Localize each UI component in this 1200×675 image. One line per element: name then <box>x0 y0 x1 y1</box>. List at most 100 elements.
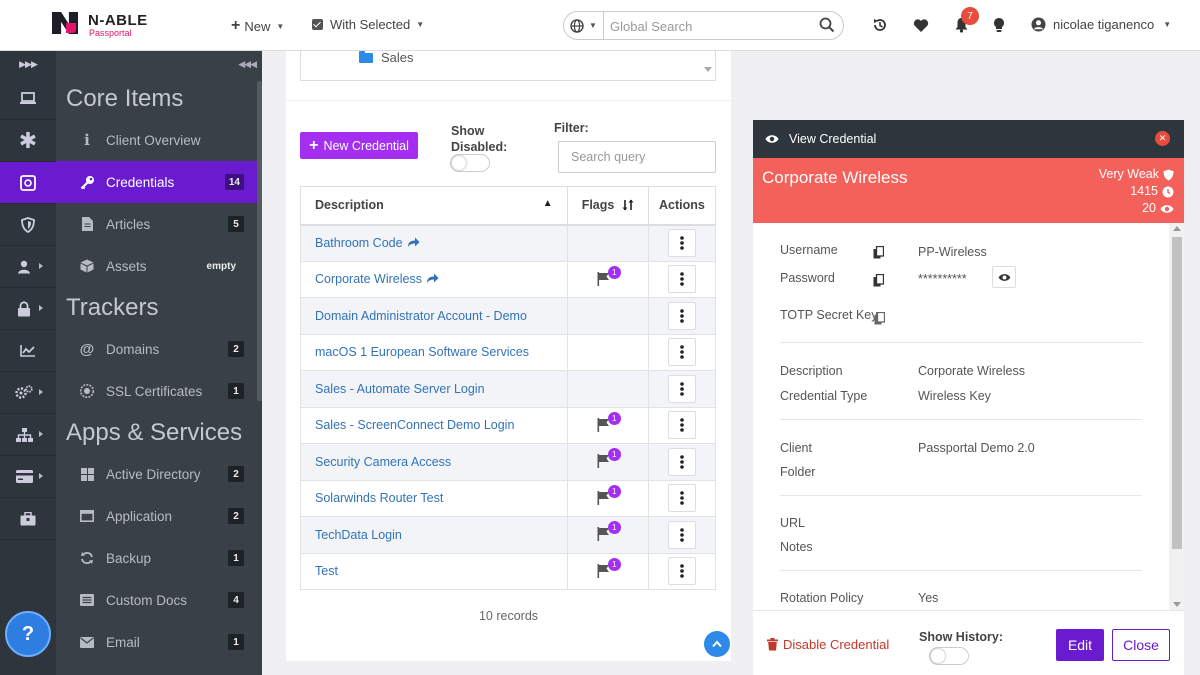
sidebar-item-articles[interactable]: Articles 5 <box>56 203 262 245</box>
sidebar-item-backup[interactable]: Backup 1 <box>56 537 262 579</box>
credential-link[interactable]: Sales - ScreenConnect Demo Login <box>315 418 514 432</box>
table-row[interactable]: Bathroom Code <box>300 224 717 262</box>
with-selected-button[interactable]: With Selected ▼ <box>312 17 424 32</box>
table-row[interactable]: macOS 1 European Software Services <box>300 333 717 371</box>
credential-description[interactable]: macOS 1 European Software Services <box>300 333 568 371</box>
favorites-button[interactable] <box>910 14 932 36</box>
panel-scrollbar[interactable] <box>1169 223 1184 610</box>
credential-description[interactable]: Sales - Automate Server Login <box>300 370 568 408</box>
credential-link[interactable]: Security Camera Access <box>315 455 451 469</box>
row-actions-button[interactable] <box>667 301 696 330</box>
credential-link[interactable]: Solarwinds Router Test <box>315 491 443 505</box>
flag-indicator[interactable]: 1 <box>597 448 621 469</box>
new-credential-button[interactable]: + New Credential <box>300 132 418 159</box>
row-actions-button[interactable] <box>667 265 696 294</box>
row-actions-button[interactable] <box>667 338 696 367</box>
user-menu[interactable]: nicolae tiganenco ▼ <box>1031 17 1171 32</box>
sidebar-item-ssl-certificates[interactable]: SSL Certificates 1 <box>56 370 262 412</box>
credential-description[interactable]: Test <box>300 552 568 590</box>
flag-indicator[interactable]: 1 <box>597 484 621 506</box>
sidebar-item-assets[interactable]: Assets empty <box>56 245 262 287</box>
close-button[interactable]: Close <box>1112 629 1170 661</box>
credential-link[interactable]: TechData Login <box>315 528 402 542</box>
flag-indicator[interactable]: 1 <box>597 265 621 287</box>
sidebar-item-application[interactable]: Application 2 <box>56 495 262 537</box>
table-row[interactable]: Sales - ScreenConnect Demo Login 1 <box>300 406 717 444</box>
table-row[interactable]: Security Camera Access 1 <box>300 443 717 481</box>
row-actions-button[interactable] <box>667 520 696 549</box>
disable-credential-button[interactable]: Disable Credential <box>767 637 889 652</box>
show-disabled-toggle[interactable] <box>450 154 490 172</box>
help-button[interactable]: ? <box>5 611 51 657</box>
rail-item-asterisk[interactable]: ✱ <box>0 120 56 162</box>
table-row[interactable]: Sales - Automate Server Login <box>300 370 717 408</box>
rail-item-lock[interactable] <box>0 288 56 330</box>
column-description[interactable]: Description ▲ <box>300 186 568 226</box>
close-panel-button[interactable]: ✕ <box>1155 131 1170 146</box>
collapse-menu-button[interactable]: ◀◀◀ <box>56 51 262 78</box>
new-menu-button[interactable]: + New ▼ <box>231 17 284 35</box>
expand-rail-button[interactable]: ▶▶▶ <box>0 51 56 78</box>
credential-description[interactable]: Sales - ScreenConnect Demo Login <box>300 406 568 444</box>
rail-item-card[interactable] <box>0 456 56 498</box>
flag-indicator[interactable]: 1 <box>597 521 621 542</box>
credential-description[interactable]: Security Camera Access <box>300 443 568 481</box>
credential-description[interactable]: Bathroom Code <box>300 224 568 262</box>
username-label: Username <box>780 243 838 257</box>
sidebar-item-client-overview[interactable]: ℹ Client Overview <box>56 119 262 161</box>
credential-link[interactable]: Domain Administrator Account - Demo <box>315 309 527 323</box>
column-flags[interactable]: Flags <box>566 186 649 226</box>
credential-actions <box>647 224 717 262</box>
credential-link[interactable]: Corporate Wireless <box>315 272 422 286</box>
table-row[interactable]: Solarwinds Router Test 1 <box>300 479 717 517</box>
rail-item-shield[interactable] <box>0 204 56 246</box>
search-scope-dropdown[interactable]: ▼ <box>564 12 604 39</box>
history-button[interactable] <box>869 14 891 36</box>
scroll-to-top-button[interactable] <box>704 631 730 657</box>
show-history-toggle[interactable] <box>929 647 969 665</box>
folder-scroll-down[interactable] <box>704 67 712 72</box>
reveal-password-button[interactable] <box>992 266 1016 288</box>
rail-item-laptop[interactable] <box>0 78 56 120</box>
credential-link[interactable]: Sales - Automate Server Login <box>315 382 485 396</box>
sidebar-item-credentials[interactable]: Credentials 14 <box>56 161 262 203</box>
row-actions-button[interactable] <box>667 557 696 586</box>
sidebar-item-custom-docs[interactable]: Custom Docs 4 <box>56 579 262 621</box>
credential-link[interactable]: Bathroom Code <box>315 236 403 250</box>
credential-description[interactable]: Corporate Wireless <box>300 260 568 298</box>
rail-item-vault[interactable] <box>0 162 56 204</box>
copy-username-button[interactable] <box>869 243 887 261</box>
row-actions-button[interactable] <box>667 484 696 513</box>
rail-item-users[interactable] <box>0 246 56 288</box>
credential-link[interactable]: Test <box>315 564 338 578</box>
tips-button[interactable] <box>988 14 1010 36</box>
row-actions-button[interactable] <box>667 447 696 476</box>
filter-input[interactable] <box>558 141 716 173</box>
table-row[interactable]: Corporate Wireless 1 <box>300 260 717 298</box>
sidebar-item-active-directory[interactable]: Active Directory 2 <box>56 453 262 495</box>
credential-description[interactable]: TechData Login <box>300 516 568 554</box>
search-button[interactable] <box>819 17 835 36</box>
credential-description[interactable]: Solarwinds Router Test <box>300 479 568 517</box>
rail-item-cogs[interactable] <box>0 372 56 414</box>
rail-item-briefcase[interactable] <box>0 498 56 540</box>
credential-description[interactable]: Domain Administrator Account - Demo <box>300 297 568 335</box>
rail-item-sitemap[interactable] <box>0 414 56 456</box>
rail-item-chart[interactable] <box>0 330 56 372</box>
flag-indicator[interactable]: 1 <box>597 411 621 433</box>
folder-item[interactable]: Sales <box>381 50 414 65</box>
sidebar-item-domains[interactable]: @ Domains 2 <box>56 328 262 370</box>
row-actions-button[interactable] <box>667 411 696 440</box>
row-actions-button[interactable] <box>667 229 696 257</box>
copy-totp-button[interactable] <box>870 309 888 327</box>
table-row[interactable]: TechData Login 1 <box>300 516 717 554</box>
sidebar-item-email[interactable]: Email 1 <box>56 621 262 663</box>
copy-password-button[interactable] <box>869 271 887 289</box>
flag-indicator[interactable]: 1 <box>597 557 621 579</box>
row-actions-button[interactable] <box>667 374 696 403</box>
table-row[interactable]: Domain Administrator Account - Demo <box>300 297 717 335</box>
global-search-input[interactable] <box>610 16 810 36</box>
credential-link[interactable]: macOS 1 European Software Services <box>315 345 529 359</box>
table-row[interactable]: Test 1 <box>300 552 717 590</box>
edit-button[interactable]: Edit <box>1056 629 1104 661</box>
